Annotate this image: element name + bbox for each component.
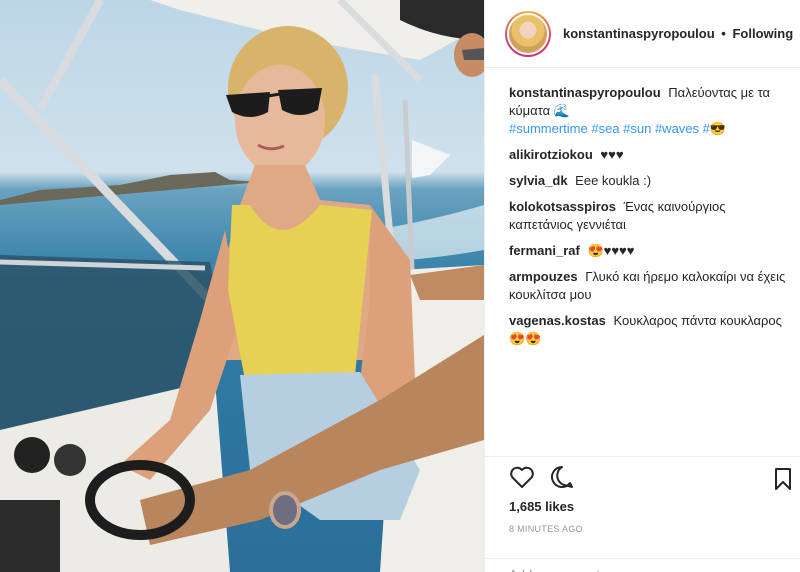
post-header: konstantinaspyropoulou • Following [485,0,800,68]
comment-text: Eee koukla :) [575,173,652,188]
post-actions-bar [485,456,800,496]
comment-username[interactable]: vagenas.kostas [509,313,606,328]
caption-username[interactable]: konstantinaspyropoulou [509,85,661,100]
post-timestamp[interactable]: 8 MINUTES AGO [509,524,583,534]
comment-item: sylvia_dk Eee koukla :) [509,172,790,190]
add-comment-input[interactable]: Add a comment... [485,558,800,572]
comment-text: ♥♥♥ [600,147,624,162]
boat-scene-illustration [0,0,484,572]
post-username[interactable]: konstantinaspyropoulou [563,26,715,41]
avatar-image [507,12,549,55]
comment-username[interactable]: sylvia_dk [509,173,568,188]
comment-item: alikirotziokou ♥♥♥ [509,146,790,164]
caption: konstantinaspyropoulou Παλεύοντας με τα … [509,84,790,138]
comments-list: konstantinaspyropoulou Παλεύοντας με τα … [485,68,800,348]
comment-bubble-icon[interactable] [549,465,575,489]
heart-icon[interactable] [509,465,535,489]
comment-username[interactable]: alikirotziokou [509,147,593,162]
comment-item: armpouzes Γλυκό και ήρεμο καλοκαίρι να έ… [509,268,790,304]
avatar[interactable] [505,10,551,57]
caption-hashtags[interactable]: #summertime #sea #sun #waves #😎 [509,120,790,138]
header-separator: • [721,26,726,41]
bookmark-icon[interactable] [773,467,793,491]
comment-text: 😍♥♥♥♥ [587,243,635,258]
post-details-panel: konstantinaspyropoulou • Following konst… [484,0,800,572]
following-button[interactable]: Following [732,26,793,41]
post-photo[interactable] [0,0,484,572]
comment-item: kolokotsasspiros Ένας καινούργιος καπετά… [509,198,790,234]
comment-item: fermani_raf 😍♥♥♥♥ [509,242,790,260]
likes-count[interactable]: 1,685 likes [509,499,574,514]
comment-item: vagenas.kostas Κουκλαρος πάντα κουκλαρος… [509,312,790,348]
header-text: konstantinaspyropoulou • Following [563,26,793,41]
comment-username[interactable]: kolokotsasspiros [509,199,616,214]
comment-username[interactable]: armpouzes [509,269,578,284]
comment-username[interactable]: fermani_raf [509,243,580,258]
